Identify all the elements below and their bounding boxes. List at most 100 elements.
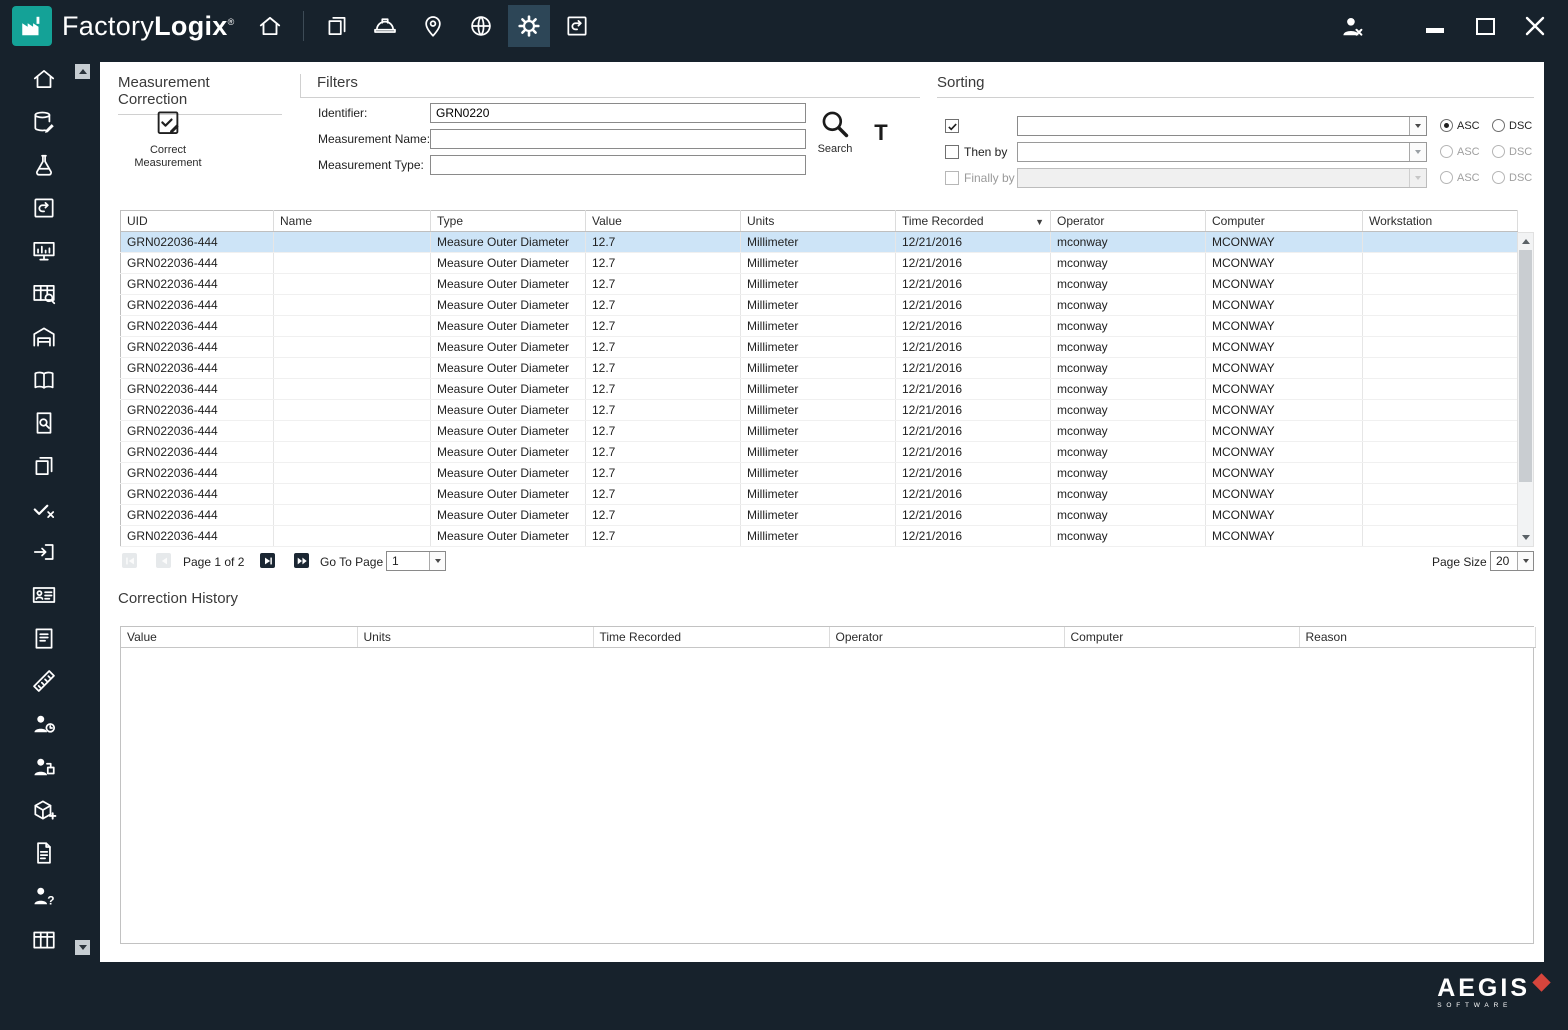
table-row[interactable]: GRN022036-444 Measure Outer Diameter 12.7 M…	[120, 441, 1518, 463]
sidebar-scroll-down[interactable]	[75, 940, 90, 955]
sidebar-item-export[interactable]	[22, 537, 66, 567]
table-row[interactable]: GRN022036-444 Measure Outer Diameter 12.7 M…	[120, 504, 1518, 526]
table-row[interactable]: GRN022036-444 Measure Outer Diameter 12.7 M…	[120, 336, 1518, 358]
sidebar-item-history[interactable]	[22, 193, 66, 223]
table-row[interactable]: GRN022036-444 Measure Outer Diameter 12.7 M…	[120, 399, 1518, 421]
maximize-button[interactable]	[1468, 7, 1502, 45]
then-asc-radio[interactable]	[1440, 145, 1453, 158]
column-header-type[interactable]: Type	[430, 210, 586, 232]
sidebar-item-copy-pages[interactable]	[22, 451, 66, 481]
gear-icon[interactable]	[507, 5, 550, 47]
column-header-value[interactable]: Value	[585, 210, 741, 232]
sidebar-item-operator-time[interactable]	[22, 709, 66, 739]
measurement-name-input[interactable]	[430, 129, 806, 149]
search-button[interactable]: Search	[808, 108, 862, 155]
sort-asc-radio[interactable]	[1440, 119, 1453, 132]
then-by-checkbox[interactable]	[945, 145, 959, 159]
table-row[interactable]: GRN022036-444 Measure Outer Diameter 12.7 M…	[120, 252, 1518, 274]
history-column-header-reason[interactable]: Reason	[1299, 627, 1536, 648]
minimize-button[interactable]	[1418, 7, 1452, 45]
table-row[interactable]: GRN022036-444 Measure Outer Diameter 12.7 M…	[120, 462, 1518, 484]
finally-asc-radio[interactable]	[1440, 171, 1453, 184]
scrollbar-thumb[interactable]	[1519, 250, 1532, 482]
combo-dropdown-button[interactable]	[1409, 169, 1426, 187]
history-column-header-units[interactable]: Units	[357, 627, 594, 648]
combo-dropdown-button[interactable]	[429, 552, 445, 570]
hardhat-icon[interactable]	[364, 5, 406, 47]
column-header-uid[interactable]: UID	[120, 210, 274, 232]
column-header-operator[interactable]: Operator	[1050, 210, 1206, 232]
then-dsc-radio[interactable]	[1492, 145, 1505, 158]
sidebar-item-operator-help[interactable]: ?	[22, 881, 66, 911]
column-header-time-recorded[interactable]: Time Recorded ▼	[895, 210, 1051, 232]
history-column-header-operator[interactable]: Operator	[829, 627, 1065, 648]
sidebar-item-operator-org[interactable]	[22, 752, 66, 782]
sidebar-item-document[interactable]	[22, 838, 66, 868]
history-column-header-value[interactable]: Value	[121, 627, 358, 648]
titlebar-divider	[302, 11, 304, 41]
sidebar-item-database-edit[interactable]	[22, 107, 66, 137]
table-row[interactable]: GRN022036-444 Measure Outer Diameter 12.7 M…	[120, 294, 1518, 316]
previous-page-button[interactable]	[156, 553, 171, 568]
sidebar-item-package-add[interactable]	[22, 795, 66, 825]
last-page-button[interactable]	[294, 553, 309, 568]
user-logout-icon[interactable]	[1330, 5, 1372, 47]
table-row[interactable]: GRN022036-444 Measure Outer Diameter 12.7 M…	[120, 483, 1518, 505]
sort-by-combobox[interactable]	[1017, 116, 1427, 136]
sidebar-item-table-search[interactable]	[22, 279, 66, 309]
sort-descending-icon: ▼	[1035, 217, 1044, 227]
home-icon[interactable]	[249, 5, 291, 47]
table-row[interactable]: GRN022036-444 Measure Outer Diameter 12.7 M…	[120, 315, 1518, 337]
table-row[interactable]: GRN022036-444 Measure Outer Diameter 12.7 M…	[120, 231, 1518, 253]
finally-dsc-radio[interactable]	[1492, 171, 1505, 184]
combo-dropdown-button[interactable]	[1409, 117, 1426, 135]
table-row[interactable]: GRN022036-444 Measure Outer Diameter 12.7 M…	[120, 525, 1518, 547]
table-row[interactable]: GRN022036-444 Measure Outer Diameter 12.7 M…	[120, 357, 1518, 379]
measurement-type-input[interactable]	[430, 155, 806, 175]
table-row[interactable]: GRN022036-444 Measure Outer Diameter 12.7 M…	[120, 273, 1518, 295]
sort-by-checkbox[interactable]	[945, 119, 959, 133]
finally-by-combobox[interactable]	[1017, 168, 1427, 188]
identifier-input[interactable]	[430, 103, 806, 123]
table-row[interactable]: GRN022036-444 Measure Outer Diameter 12.7 M…	[120, 378, 1518, 400]
revert-icon[interactable]	[556, 5, 598, 47]
next-page-button[interactable]	[260, 553, 275, 568]
first-page-button[interactable]	[122, 553, 137, 568]
grid-scroll-up[interactable]	[1518, 234, 1533, 249]
correct-measurement-button[interactable]: Correct Measurement	[116, 108, 220, 170]
text-filter-button[interactable]: T	[868, 120, 894, 146]
combo-dropdown-button[interactable]	[1517, 552, 1533, 570]
combo-dropdown-button[interactable]	[1409, 143, 1426, 161]
sidebar-scroll-up[interactable]	[75, 64, 90, 79]
sidebar-item-table[interactable]	[22, 924, 66, 954]
column-header-computer[interactable]: Computer	[1205, 210, 1363, 232]
close-button[interactable]	[1518, 7, 1552, 45]
sidebar-item-document-search[interactable]	[22, 408, 66, 438]
sidebar-item-library[interactable]	[22, 365, 66, 395]
sidebar-item-home[interactable]	[22, 64, 66, 94]
location-pin-icon[interactable]	[412, 5, 454, 47]
sidebar-item-warehouse[interactable]	[22, 322, 66, 352]
then-by-combobox[interactable]	[1017, 142, 1427, 162]
page-size-select[interactable]: 20	[1490, 551, 1534, 571]
sidebar-item-measurement-remove[interactable]	[22, 666, 66, 696]
column-header-name[interactable]: Name	[273, 210, 431, 232]
sidebar-item-notes[interactable]	[22, 623, 66, 653]
sidebar-item-verify[interactable]	[22, 494, 66, 524]
grid-scroll-down[interactable]	[1518, 530, 1533, 545]
sidebar-item-monitor-chart[interactable]	[22, 236, 66, 266]
grid-scrollbar[interactable]	[1517, 232, 1534, 547]
globe-icon[interactable]	[460, 5, 502, 47]
sidebar-item-lab-flask[interactable]	[22, 150, 66, 180]
history-column-header-computer[interactable]: Computer	[1064, 627, 1300, 648]
sidebar-item-id-card[interactable]	[22, 580, 66, 610]
measurements-table: UID Name Type Value Units Time Recorded ▼ Opera…	[120, 210, 1518, 547]
sort-dsc-radio[interactable]	[1492, 119, 1505, 132]
documents-icon[interactable]	[316, 5, 358, 47]
column-header-units[interactable]: Units	[740, 210, 896, 232]
goto-page-select[interactable]: 1	[386, 551, 446, 571]
finally-by-checkbox[interactable]	[945, 171, 959, 185]
column-header-workstation[interactable]: Workstation	[1362, 210, 1518, 232]
history-column-header-time-recorded[interactable]: Time Recorded	[593, 627, 830, 648]
table-row[interactable]: GRN022036-444 Measure Outer Diameter 12.7 M…	[120, 420, 1518, 442]
